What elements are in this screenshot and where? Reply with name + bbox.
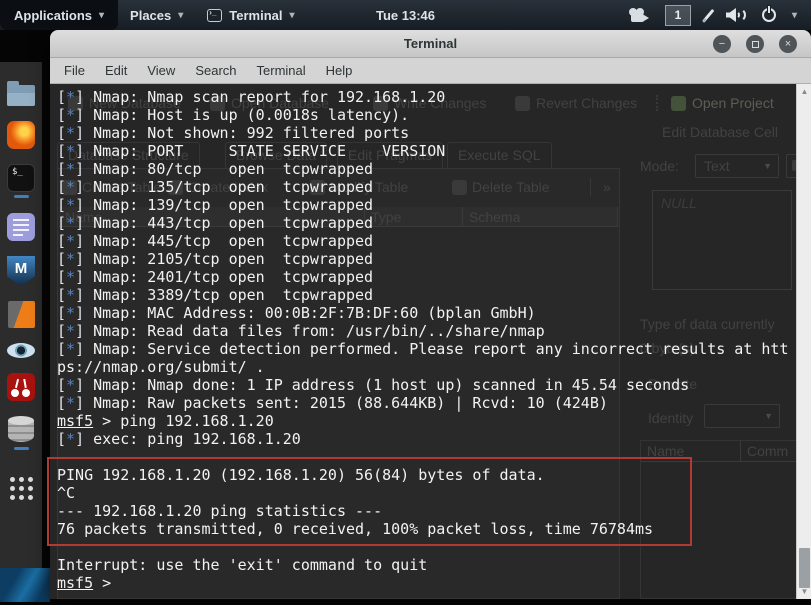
dock-item-file-manager[interactable] [7,80,35,106]
menu-edit[interactable]: Edit [105,63,127,78]
scroll-down-icon[interactable]: ▼ [797,587,811,596]
terminal-line: [*] Nmap: Raw packets sent: 2015 (88.644… [57,394,793,412]
terminal-line: [*] Nmap: 2105/tcp open tcpwrapped [57,250,793,268]
dock-item-firefox[interactable] [7,121,35,149]
terminal-line: [*] Nmap: Service detection performed. P… [57,340,793,358]
terminal-line: [*] Nmap: PORT STATE SERVICE VERSION [57,142,793,160]
burpsuite-icon [8,301,35,328]
terminal-scrollbar[interactable]: ▲ ▼ [796,84,811,599]
chevron-down-icon[interactable]: ▾ [792,10,797,21]
terminal-line: [*] Nmap: 80/tcp open tcpwrapped [57,160,793,178]
menu-help[interactable]: Help [326,63,353,78]
terminal-line: ps://nmap.org/submit/ . [57,358,793,376]
text-editor-icon [7,213,35,241]
top-bar: Applications ▾ Places ▾ Terminal ▾ Tue 1… [0,0,811,30]
terminal-line: [*] Nmap: 445/tcp open tcpwrapped [57,232,793,250]
window-title: Terminal [404,36,457,51]
places-menu[interactable]: Places ▾ [118,0,195,30]
dock-item-terminal[interactable] [7,164,35,198]
terminal-line: [*] Nmap: 135/tcp open tcpwrapped [57,178,793,196]
running-indicator [14,195,29,198]
terminal-line: [*] Nmap: MAC Address: 00:0B:2F:7B:DF:60… [57,304,793,322]
terminal-line: [*] Nmap: 139/tcp open tcpwrapped [57,196,793,214]
scrollbar-thumb[interactable] [799,548,810,588]
volume-icon[interactable] [726,8,746,22]
terminal-line: msf5 > ping 192.168.1.20 [57,412,793,430]
file-manager-icon [7,85,35,106]
chevron-down-icon: ▾ [99,10,104,21]
dock-item-text-editor[interactable] [7,213,35,241]
running-indicator [14,447,29,450]
chevron-down-icon: ▾ [290,10,295,21]
active-app-menu[interactable]: Terminal ▾ [195,0,306,30]
metasploit-icon: M [7,256,35,286]
terminal-line: msf5 > [57,574,793,592]
terminal-menubar: File Edit View Search Terminal Help [50,58,811,84]
window-titlebar[interactable]: Terminal − × [50,30,811,58]
active-app-label: Terminal [229,8,282,23]
maximize-button[interactable] [746,35,764,53]
terminal-line: [*] exec: ping 192.168.1.20 [57,430,793,448]
workspace-indicator[interactable]: 1 [665,5,691,26]
terminal-line: [*] Nmap: Nmap scan report for 192.168.1… [57,88,793,106]
applications-label: Applications [14,8,92,23]
desktop: Applications ▾ Places ▾ Terminal ▾ Tue 1… [0,0,811,605]
desktop-wallpaper [0,568,50,602]
app-grid-icon [10,477,33,500]
brush-icon[interactable] [702,8,714,21]
power-icon[interactable] [762,8,776,22]
terminal-line: [*] Nmap: 443/tcp open tcpwrapped [57,214,793,232]
terminal-line: [*] Nmap: Host is up (0.0018s latency). [57,106,793,124]
maximize-icon [752,41,759,48]
database-icon [8,416,34,444]
scroll-up-icon[interactable]: ▲ [797,87,811,96]
menu-file[interactable]: File [64,63,85,78]
terminal-line: [*] Nmap: Not shown: 992 filtered ports [57,124,793,142]
menu-terminal[interactable]: Terminal [257,63,306,78]
terminal-line: [*] Nmap: 2401/tcp open tcpwrapped [57,268,793,286]
dock-item-sqlite-browser[interactable] [8,416,34,450]
menu-search[interactable]: Search [195,63,236,78]
minimize-button[interactable]: − [713,35,731,53]
dock-item-metasploit[interactable]: M [7,256,35,286]
terminal-line: [*] Nmap: Nmap done: 1 IP address (1 hos… [57,376,793,394]
menu-view[interactable]: View [147,63,175,78]
terminal-app-icon [207,9,222,22]
chevron-down-icon: ▾ [178,10,183,21]
show-applications-button[interactable] [10,465,33,500]
applications-menu[interactable]: Applications ▾ [0,0,118,30]
dock-item-cherrytree[interactable] [7,373,35,401]
terminal-line: [*] Nmap: 3389/tcp open tcpwrapped [57,286,793,304]
places-label: Places [130,8,171,23]
dock-item-burpsuite[interactable] [8,301,35,328]
clock[interactable]: Tue 13:46 [376,0,435,30]
screen-record-icon[interactable] [629,8,649,22]
cherrytree-icon [7,373,35,401]
terminal-line: Interrupt: use the 'exit' command to qui… [57,556,793,574]
eye-icon [7,343,35,358]
terminal-icon [7,164,35,192]
favorites-dock: M [0,62,42,568]
close-button[interactable]: × [779,35,797,53]
firefox-icon [7,121,35,149]
dock-item-recon[interactable] [7,343,35,358]
terminal-line: [*] Nmap: Read data files from: /usr/bin… [57,322,793,340]
annotation-rectangle [47,457,692,546]
